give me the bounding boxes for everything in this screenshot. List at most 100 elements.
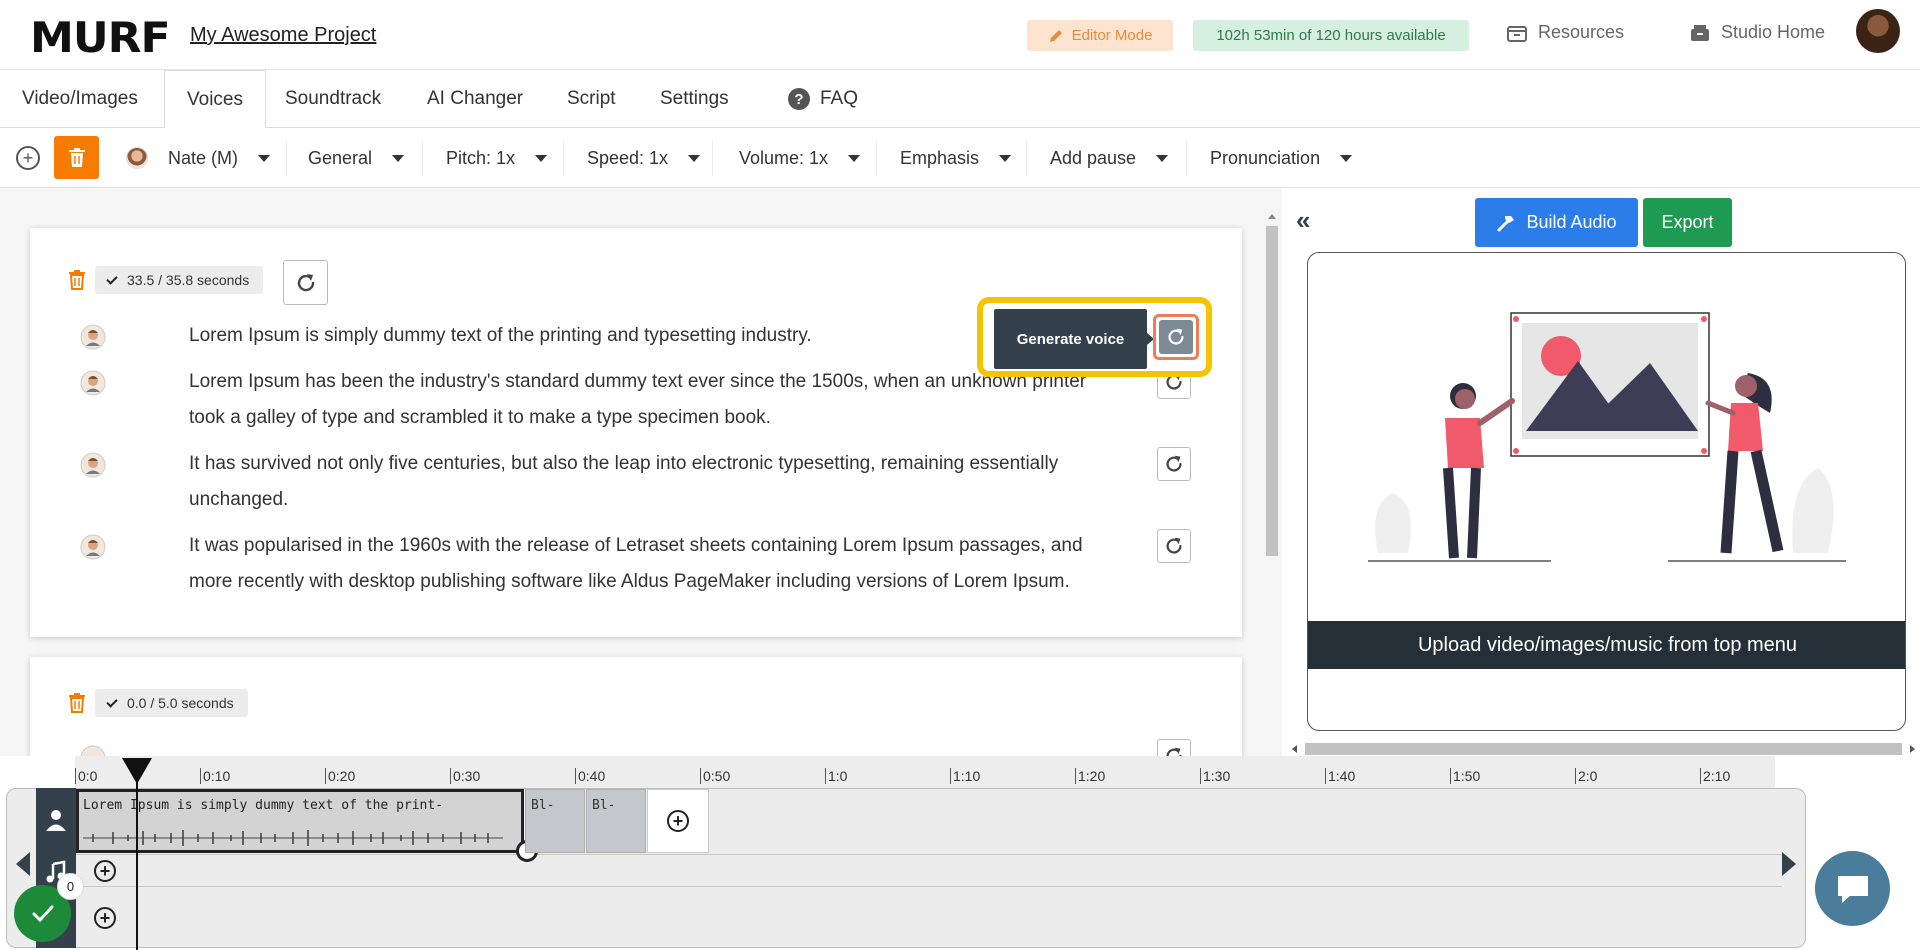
duration-label: 0.0 / 5.0 seconds	[127, 695, 234, 711]
editor-scrollbar[interactable]	[1264, 210, 1280, 756]
pronunciation-label: Pronunciation	[1210, 147, 1321, 168]
timeline: 0:0 0:10 0:20 0:30 0:40 0:50 1:0 1:10 1:20 1:30 1:…	[0, 756, 1920, 950]
regenerate-line-button[interactable]	[1157, 447, 1191, 481]
murf-logo[interactable]: MURF	[30, 13, 171, 62]
scroll-right-icon[interactable]	[1904, 741, 1920, 757]
upload-illustration	[1368, 312, 1846, 562]
regenerate-line-button[interactable]	[1157, 739, 1191, 756]
tab-voices[interactable]: Voices	[164, 70, 266, 129]
duration-badge: 0.0 / 5.0 seconds	[95, 689, 248, 717]
ruler-tick	[1200, 768, 1201, 784]
ruler-tick	[325, 768, 326, 784]
style-dropdown[interactable]: General	[308, 128, 405, 188]
tab-script[interactable]: Script	[545, 70, 638, 128]
ruler-tick-label: 0:20	[328, 768, 356, 784]
tab-settings[interactable]: Settings	[638, 70, 751, 128]
emphasis-label: Emphasis	[900, 147, 980, 168]
block-trash-icon[interactable]	[68, 270, 86, 290]
script-editor: 33.5 / 35.8 seconds Lorem Ipsum is simpl…	[0, 188, 1282, 756]
voice-selector[interactable]: Nate (M)	[126, 128, 271, 188]
scroll-left-icon[interactable]	[1287, 741, 1303, 757]
status-count-badge: 0	[57, 873, 84, 900]
plus-icon: +	[94, 907, 116, 929]
build-audio-label: Build Audio	[1526, 212, 1617, 232]
voice-block-card: 33.5 / 35.8 seconds Lorem Ipsum is simpl…	[30, 228, 1242, 637]
ruler-tick-label: 0:50	[703, 768, 731, 784]
plus-icon: +	[94, 860, 116, 882]
h-scroll-thumb[interactable]	[1305, 743, 1902, 755]
box-icon	[1507, 25, 1527, 42]
voice-toolbar: + Nate (M) General Pitch: 1x Speed: 1x V…	[0, 128, 1920, 188]
pitch-dropdown[interactable]: Pitch: 1x	[446, 128, 548, 188]
timeline-scroll-right-icon[interactable]	[1782, 852, 1796, 876]
tab-video-images[interactable]: Video/Images	[0, 70, 160, 128]
volume-dropdown[interactable]: Volume: 1x	[739, 128, 861, 188]
script-line[interactable]: Lorem Ipsum is simply dummy text of the …	[189, 318, 812, 354]
generate-voice-button[interactable]	[1153, 314, 1199, 360]
project-name-link[interactable]: My Awesome Project	[190, 24, 376, 47]
resources-link[interactable]: Resources	[1506, 22, 1624, 43]
tab-soundtrack[interactable]: Soundtrack	[263, 70, 403, 128]
clip-label: Bl-	[592, 798, 616, 813]
tab-faq[interactable]: ? FAQ	[766, 70, 880, 128]
regenerate-line-button[interactable]	[1157, 529, 1191, 563]
pronunciation-dropdown[interactable]: Pronunciation	[1210, 128, 1353, 188]
ruler-tick-label: 1:20	[1078, 768, 1106, 784]
add-pause-label: Add pause	[1050, 147, 1137, 168]
chat-support-button[interactable]	[1815, 851, 1890, 926]
user-avatar[interactable]	[1856, 9, 1900, 53]
build-audio-button[interactable]: Build Audio	[1475, 198, 1638, 247]
ruler-tick	[75, 768, 76, 784]
add-clip-button[interactable]: +	[647, 789, 709, 853]
timeline-ruler[interactable]: 0:0 0:10 0:20 0:30 0:40 0:50 1:0 1:10 1:20 1:30 1:…	[75, 756, 1775, 788]
export-button[interactable]: Export	[1643, 198, 1732, 247]
ruler-tick	[1700, 768, 1701, 784]
scroll-up-icon[interactable]	[1264, 210, 1280, 222]
timeline-scroll-left-icon[interactable]	[16, 852, 30, 876]
ruler-tick	[200, 768, 201, 784]
script-line[interactable]: Lorem Ipsum has been the industry's stan…	[189, 364, 1119, 436]
refresh-icon	[1166, 747, 1182, 756]
tab-ai-changer[interactable]: AI Changer	[405, 70, 545, 128]
home-box-icon	[1691, 24, 1709, 41]
chat-icon	[1837, 875, 1868, 903]
hammer-icon	[1497, 215, 1515, 231]
emphasis-dropdown[interactable]: Emphasis	[900, 128, 1012, 188]
delete-button[interactable]	[54, 136, 99, 179]
block-trash-icon[interactable]	[68, 693, 86, 713]
chevron-down-icon	[535, 154, 548, 162]
script-line[interactable]: It has survived not only five centuries,…	[189, 446, 1119, 518]
voice-clip[interactable]: Lorem Ipsum is simply dummy text of the …	[76, 789, 524, 853]
studio-home-link[interactable]: Studio Home	[1689, 22, 1825, 43]
generate-voice-tooltip: Generate voice	[994, 309, 1154, 369]
media-preview: Upload video/images/music from top menu	[1307, 252, 1906, 731]
ruler-tick-label: 1:30	[1203, 768, 1231, 784]
question-icon: ?	[788, 88, 810, 110]
ruler-tick	[450, 768, 451, 784]
add-block-icon[interactable]: +	[16, 146, 40, 170]
ruler-tick-label: 1:50	[1453, 768, 1481, 784]
pitch-label: Pitch: 1x	[446, 147, 516, 168]
voice-label: Nate (M)	[168, 147, 239, 168]
regenerate-block-button[interactable]	[283, 260, 328, 305]
add-pause-dropdown[interactable]: Add pause	[1050, 128, 1169, 188]
add-music-button[interactable]: +	[94, 860, 116, 882]
voice-clip[interactable]: Bl-	[586, 789, 646, 853]
scroll-thumb[interactable]	[1266, 226, 1278, 556]
speed-dropdown[interactable]: Speed: 1x	[587, 128, 701, 188]
add-track-button[interactable]: +	[94, 907, 116, 929]
playhead-marker[interactable]	[122, 758, 152, 784]
toolbar-divider	[876, 140, 877, 176]
playhead-line[interactable]	[136, 766, 138, 950]
script-line[interactable]: It was popularised in the 1960s with the…	[189, 528, 1119, 600]
collapse-panel-icon[interactable]: «	[1296, 205, 1310, 236]
resources-label: Resources	[1538, 22, 1625, 42]
plus-icon: +	[667, 810, 689, 832]
hours-available-badge: 102h 53min of 120 hours available	[1193, 20, 1469, 51]
preview-h-scrollbar[interactable]	[1287, 741, 1920, 757]
main-tabs: Video/Images Voices Soundtrack AI Change…	[0, 70, 1920, 129]
editor-mode-badge[interactable]: Editor Mode	[1027, 20, 1173, 51]
check-icon	[106, 272, 118, 285]
voice-clip[interactable]: Bl-	[525, 789, 585, 853]
ruler-tick-label: 0:0	[78, 768, 98, 784]
